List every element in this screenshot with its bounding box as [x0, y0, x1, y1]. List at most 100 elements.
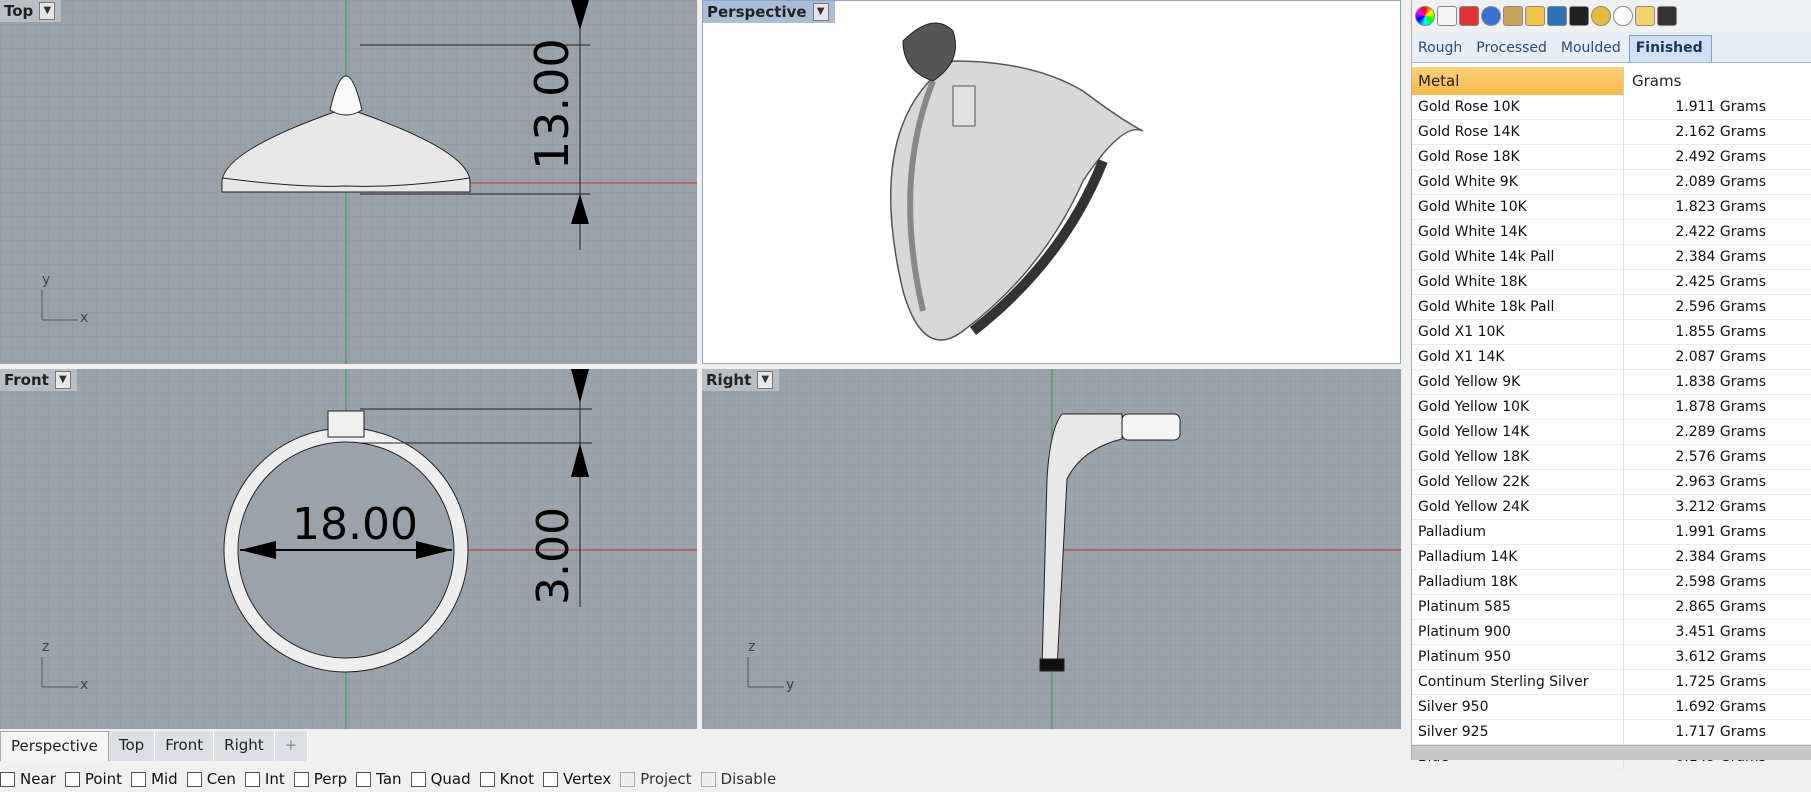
table-row[interactable]: Gold Yellow 24K 3.212 Grams [1412, 495, 1811, 520]
tab-rough[interactable]: Rough [1412, 36, 1470, 62]
render-icon[interactable] [1635, 6, 1655, 26]
table-row[interactable]: Continum Sterling Silver 1.725 Grams [1412, 670, 1811, 695]
osnap-checkbox[interactable] [131, 771, 147, 787]
grams-value-cell: 1.911 Grams [1675, 99, 1766, 115]
osnap-checkbox[interactable] [700, 771, 716, 787]
osnap-disable[interactable]: Disable [700, 770, 776, 788]
document-icon[interactable] [1437, 6, 1457, 26]
table-row[interactable]: Platinum 585 2.865 Grams [1412, 595, 1811, 620]
osnap-near[interactable]: Near [0, 770, 56, 788]
viewport-right-header[interactable]: Right ▼ [702, 369, 780, 391]
table-row[interactable]: Gold X1 14K 2.087 Grams [1412, 345, 1811, 370]
metal-name-cell: Gold White 18k Pall [1412, 295, 1624, 319]
table-row[interactable]: Gold Rose 18K 2.492 Grams [1412, 145, 1811, 170]
table-row[interactable]: Gold Yellow 9K 1.838 Grams [1412, 370, 1811, 395]
osnap-checkbox[interactable] [410, 771, 426, 787]
tab-front[interactable]: Front [155, 731, 215, 761]
osnap-point[interactable]: Point [64, 770, 122, 788]
add-viewport-button[interactable]: + [274, 731, 309, 761]
color-wheel-icon[interactable] [1415, 6, 1435, 26]
tab-right[interactable]: Right [214, 731, 275, 761]
tab-processed[interactable]: Processed [1470, 36, 1555, 62]
globe-icon[interactable] [1481, 6, 1501, 26]
table-row[interactable]: Gold Yellow 10K 1.878 Grams [1412, 395, 1811, 420]
table-row[interactable]: Gold White 14K 2.422 Grams [1412, 220, 1811, 245]
viewport-front-header[interactable]: Front ▼ [0, 369, 77, 391]
metal-weight-panel: Rough Processed Moulded Finished Metal G… [1411, 0, 1811, 770]
rg-icon[interactable] [1569, 6, 1589, 26]
chevron-down-icon[interactable]: ▼ [812, 3, 829, 21]
chevron-down-icon[interactable]: ▼ [39, 2, 56, 20]
osnap-project[interactable]: Project [620, 770, 692, 788]
axis-label-x: x [80, 677, 88, 693]
clock-icon[interactable] [1613, 6, 1633, 26]
table-row[interactable]: Gold White 10K 1.823 Grams [1412, 195, 1811, 220]
osnap-checkbox[interactable] [0, 771, 15, 787]
osnap-int[interactable]: Int [244, 770, 285, 788]
osnap-vertex[interactable]: Vertex [543, 770, 611, 788]
table-row[interactable]: Palladium 1.991 Grams [1412, 520, 1811, 545]
tab-finished[interactable]: Finished [1628, 35, 1712, 62]
osnap-perp[interactable]: Perp [293, 770, 347, 788]
grams-value-cell: 2.162 Grams [1675, 124, 1766, 140]
viewport-right[interactable]: z y Right ▼ [702, 369, 1401, 729]
table-row[interactable]: Gold White 9K 2.089 Grams [1412, 170, 1811, 195]
book-icon[interactable] [1459, 6, 1479, 26]
column-header-metal[interactable]: Metal [1412, 67, 1624, 95]
axis-label-z: z [748, 639, 755, 655]
viewport-top[interactable]: 13.00 y x Top ▼ [0, 0, 697, 364]
viewport-perspective-title: Perspective [707, 3, 807, 21]
viewport-front[interactable]: 18.00 3.00 z x Front ▼ [0, 369, 697, 729]
chevron-down-icon[interactable]: ▼ [54, 371, 71, 389]
viewport-top-header[interactable]: Top ▼ [0, 0, 62, 22]
osnap-checkbox[interactable] [543, 771, 558, 787]
table-row[interactable]: Gold X1 10K 1.855 Grams [1412, 320, 1811, 345]
table-row[interactable]: Silver 925 1.717 Grams [1412, 720, 1811, 745]
image-icon[interactable] [1547, 6, 1567, 26]
pen-icon[interactable] [1503, 6, 1523, 26]
tab-top[interactable]: Top [108, 731, 156, 761]
osnap-tan[interactable]: Tan [356, 770, 402, 788]
osnap-checkbox[interactable] [620, 771, 636, 787]
tab-perspective[interactable]: Perspective [0, 731, 109, 761]
metal-name-cell: Gold Yellow 24K [1412, 495, 1624, 519]
folder-icon[interactable] [1525, 6, 1545, 26]
sphere-icon[interactable] [1591, 6, 1611, 26]
viewport-perspective[interactable]: Perspective ▼ [702, 0, 1401, 364]
osnap-checkbox[interactable] [356, 771, 372, 787]
table-row[interactable]: Silver 950 1.692 Grams [1412, 695, 1811, 720]
table-row[interactable]: Gold Yellow 18K 2.576 Grams [1412, 445, 1811, 470]
table-row[interactable]: Gold Yellow 14K 2.289 Grams [1412, 420, 1811, 445]
osnap-checkbox[interactable] [244, 771, 260, 787]
osnap-quad[interactable]: Quad [410, 770, 471, 788]
table-row[interactable]: Platinum 950 3.612 Grams [1412, 645, 1811, 670]
osnap-mid[interactable]: Mid [131, 770, 178, 788]
osnap-cen[interactable]: Cen [186, 770, 236, 788]
osnap-label: Int [264, 770, 285, 788]
osnap-checkbox[interactable] [479, 771, 495, 787]
horizontal-scrollbar[interactable] [1412, 745, 1811, 760]
tab-moulded[interactable]: Moulded [1555, 36, 1629, 62]
metal-name-cell: Gold Yellow 10K [1412, 395, 1624, 419]
table-row[interactable]: Gold White 14k Pall 2.384 Grams [1412, 245, 1811, 270]
osnap-checkbox[interactable] [64, 771, 80, 787]
metal-table-body: Gold Rose 10K 1.911 Grams Gold Rose 14K 2.1… [1412, 95, 1811, 770]
table-row[interactable]: Platinum 900 3.451 Grams [1412, 620, 1811, 645]
osnap-checkbox[interactable] [186, 771, 202, 787]
table-row[interactable]: Gold Rose 14K 2.162 Grams [1412, 120, 1811, 145]
grams-value-cell: 2.384 Grams [1675, 549, 1766, 565]
table-row[interactable]: Gold Yellow 22K 2.963 Grams [1412, 470, 1811, 495]
osnap-checkbox[interactable] [293, 771, 309, 787]
table-row[interactable]: Gold White 18k Pall 2.596 Grams [1412, 295, 1811, 320]
viewport-tabs: Perspective Top Front Right + [0, 731, 309, 761]
chevron-down-icon[interactable]: ▼ [757, 371, 774, 389]
table-row[interactable]: Palladium 14K 2.384 Grams [1412, 545, 1811, 570]
table-row[interactable]: Palladium 18K 2.598 Grams [1412, 570, 1811, 595]
monitor-icon[interactable] [1657, 6, 1677, 26]
column-header-grams[interactable]: Grams [1624, 67, 1811, 95]
osnap-knot[interactable]: Knot [479, 770, 534, 788]
viewport-perspective-header[interactable]: Perspective ▼ [703, 1, 835, 23]
table-row[interactable]: Gold White 18K 2.425 Grams [1412, 270, 1811, 295]
table-row[interactable]: Gold Rose 10K 1.911 Grams [1412, 95, 1811, 120]
grams-value-cell: 1.855 Grams [1675, 324, 1766, 340]
